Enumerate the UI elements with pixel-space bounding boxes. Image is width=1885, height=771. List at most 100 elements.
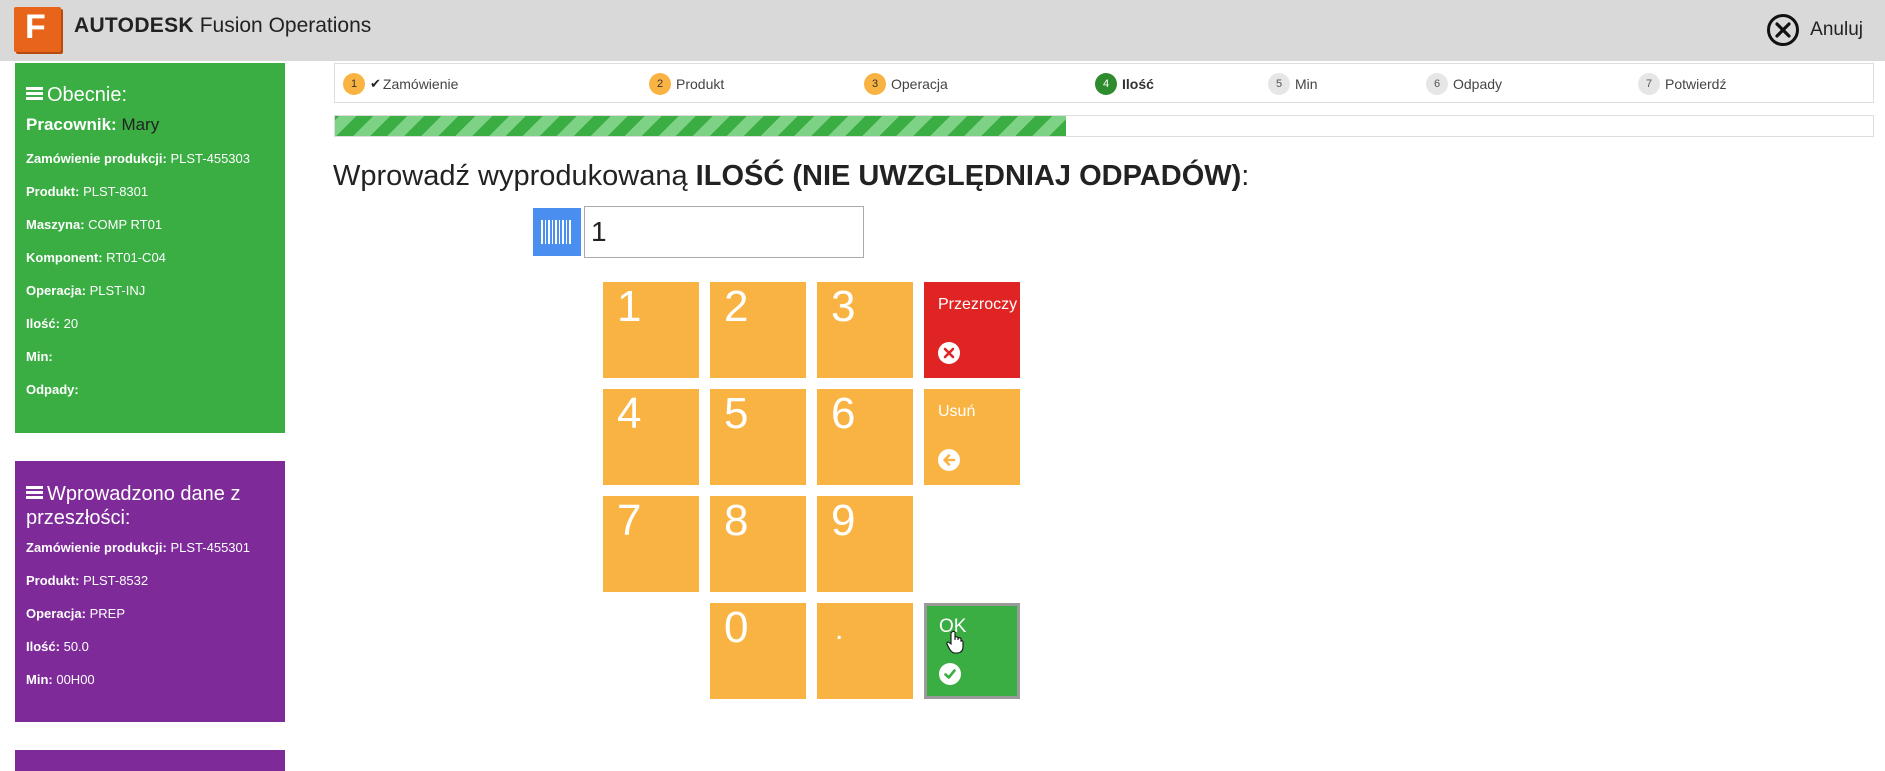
info-row: Ilość: 20 <box>15 314 285 347</box>
past-entries-panel: Wprowadzono dane z przeszłości: Zamówien… <box>15 461 285 722</box>
key-digit: 1 <box>617 282 642 331</box>
info-label: Min: <box>26 349 53 364</box>
quantity-input[interactable] <box>584 206 864 258</box>
info-label: Operacja: <box>26 606 86 621</box>
page-prompt: Wprowadź wyprodukowaną ILOŚĆ (NIE UWZGLĘ… <box>333 160 1249 193</box>
key-0[interactable]: 0 <box>710 603 806 699</box>
info-row: Odpady: <box>15 380 285 413</box>
past-entries-panel-next <box>15 750 285 771</box>
check-icon: ✔ <box>370 76 381 91</box>
key-5[interactable]: 5 <box>710 389 806 485</box>
info-label: Produkt: <box>26 573 80 588</box>
step-1: 1 ✔ Zamówienie <box>343 73 458 95</box>
hand-cursor-icon <box>946 630 964 654</box>
step-2: 2 Produkt <box>649 73 724 95</box>
info-value: PLST-455301 <box>170 540 250 555</box>
info-row: Min: <box>15 347 285 380</box>
info-label: Odpady: <box>26 382 79 397</box>
brand-rest: Fusion Operations <box>199 14 372 37</box>
top-bar: F AUTODESK Fusion Operations Anuluj <box>0 0 1885 61</box>
key-digit: . <box>835 613 844 646</box>
info-label: Zamówienie produkcji: <box>26 540 167 555</box>
step-label: Zamówienie <box>382 76 459 92</box>
step-label: Potwierdź <box>1665 76 1727 92</box>
cancel-button[interactable]: Anuluj <box>1766 12 1863 48</box>
step-number: 2 <box>649 73 671 95</box>
key-digit: 3 <box>831 282 856 331</box>
key-9[interactable]: 9 <box>817 496 913 592</box>
step-label: Min <box>1295 76 1318 92</box>
key-digit: 2 <box>724 282 749 331</box>
logo-letter: F <box>25 8 46 46</box>
wizard-steps: 1 ✔ Zamówienie 2 Produkt 3 Operacja 4 Ilość 5 Min 6… <box>334 63 1874 103</box>
arrow-left-icon <box>938 449 960 471</box>
worker-row: Pracownik: Mary <box>15 115 285 135</box>
info-label: Produkt: <box>26 184 80 199</box>
past-title-text: Wprowadzono dane z przeszłości: <box>26 483 241 529</box>
info-label: Ilość: <box>26 316 60 331</box>
key-2[interactable]: 2 <box>710 282 806 378</box>
info-label: Min: <box>26 672 53 687</box>
info-label: Maszyna: <box>26 217 85 232</box>
key-digit: 8 <box>724 496 749 545</box>
key-4[interactable]: 4 <box>603 389 699 485</box>
info-row: Produkt: PLST-8532 <box>15 571 285 604</box>
autodesk-logo: F <box>14 7 61 52</box>
current-info-panel: Obecnie: Pracownik: Mary Zamówienie prod… <box>15 63 285 433</box>
step-label: Produkt <box>676 76 725 92</box>
progress-fill <box>335 116 1066 136</box>
key-1[interactable]: 1 <box>603 282 699 378</box>
cancel-label: Anuluj <box>1810 19 1863 40</box>
key-decimal[interactable]: . <box>817 603 913 699</box>
info-row: Produkt: PLST-8301 <box>15 182 285 215</box>
info-label: Ilość: <box>26 639 60 654</box>
past-panel-title: Wprowadzono dane z przeszłości: <box>15 461 285 538</box>
info-row: Operacja: PLST-INJ <box>15 281 285 314</box>
info-row: Zamówienie produkcji: PLST-455301 <box>15 538 285 571</box>
prompt-emphasis: ILOŚĆ (NIE UWZGLĘDNIAJ ODPADÓW) <box>695 160 1242 192</box>
info-label: Operacja: <box>26 283 86 298</box>
key-6[interactable]: 6 <box>817 389 913 485</box>
step-5: 5 Min <box>1268 73 1318 95</box>
current-panel-title: Obecnie: <box>15 63 285 115</box>
key-3[interactable]: 3 <box>817 282 913 378</box>
app-title: AUTODESK Fusion Operations <box>74 14 371 38</box>
prompt-prefix: Wprowadź wyprodukowaną <box>333 160 696 192</box>
step-7: 7 Potwierdź <box>1638 73 1726 95</box>
info-row: Ilość: 50.0 <box>15 637 285 670</box>
info-value: 50.0 <box>63 639 89 654</box>
info-row: Komponent: RT01-C04 <box>15 248 285 281</box>
delete-button[interactable]: Usuń <box>924 389 1020 485</box>
clear-button[interactable]: Przezroczy <box>924 282 1020 378</box>
step-number: 1 <box>343 73 365 95</box>
close-circle-icon <box>1767 14 1800 46</box>
step-number: 6 <box>1426 73 1448 95</box>
barcode-scan-button[interactable] <box>533 208 581 256</box>
info-label: Zamówienie produkcji: <box>26 151 167 166</box>
key-digit: 5 <box>724 389 749 438</box>
step-label: Ilość <box>1122 76 1154 92</box>
info-value: PLST-455303 <box>170 151 250 166</box>
delete-label: Usuń <box>938 403 976 420</box>
info-value: 20 <box>63 316 79 331</box>
step-number: 5 <box>1268 73 1290 95</box>
key-digit: 9 <box>831 496 856 545</box>
info-value: PLST-8301 <box>83 184 149 199</box>
step-number: 4 <box>1095 73 1117 95</box>
info-row: Zamówienie produkcji: PLST-455303 <box>15 149 285 182</box>
key-digit: 4 <box>617 389 642 438</box>
info-value: PLST-INJ <box>89 283 146 298</box>
step-number: 7 <box>1638 73 1660 95</box>
info-value: COMP RT01 <box>88 217 163 232</box>
key-8[interactable]: 8 <box>710 496 806 592</box>
info-value: 00H00 <box>56 672 95 687</box>
key-7[interactable]: 7 <box>603 496 699 592</box>
step-label: Operacja <box>891 76 948 92</box>
info-row: Operacja: PREP <box>15 604 285 637</box>
step-3: 3 Operacja <box>864 73 948 95</box>
key-digit: 0 <box>724 603 749 652</box>
step-label: Odpady <box>1453 76 1503 92</box>
menu-icon <box>26 87 43 100</box>
step-number: 3 <box>864 73 886 95</box>
ok-button[interactable]: OK <box>924 603 1020 699</box>
